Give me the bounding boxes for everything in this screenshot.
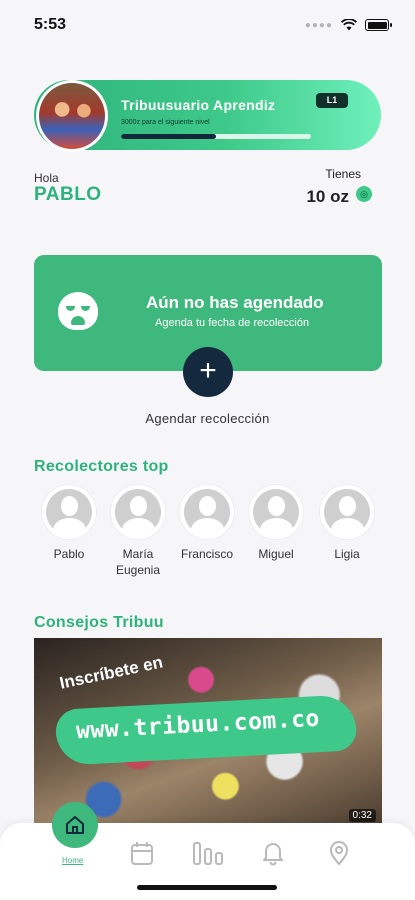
wifi-icon	[341, 19, 357, 31]
collector-item[interactable]: Ligia	[312, 484, 382, 562]
stats-icon[interactable]	[192, 840, 224, 866]
collector-name: Miguel	[258, 547, 294, 561]
status-time: 5:53	[34, 16, 67, 33]
collector-item[interactable]: Pablo	[34, 484, 104, 562]
location-icon[interactable]	[328, 840, 350, 866]
level-progress-bar	[121, 134, 311, 139]
calendar-icon[interactable]	[130, 840, 154, 866]
level-progress-fill	[121, 134, 216, 139]
level-badge: L1	[316, 93, 348, 108]
nav-home-label[interactable]: Home	[62, 856, 83, 865]
coin-icon: ◎	[356, 186, 372, 202]
user-placeholder-icon	[41, 484, 97, 540]
sad-face-icon	[58, 292, 98, 330]
collector-name: Francisco	[180, 547, 233, 561]
collector-item[interactable]: Miguel	[241, 484, 311, 562]
status-icons: ●●●●	[304, 19, 392, 31]
balance-label: Tienes	[325, 167, 361, 181]
plus-icon: +	[199, 354, 217, 387]
collector-name: Ligia	[334, 547, 360, 561]
level-progress-text: 3000z para el siguiente nivel	[121, 119, 210, 126]
collector-item[interactable]: Francisco	[172, 484, 242, 562]
tips-title: Consejos Tribuu	[34, 614, 164, 631]
add-schedule-button[interactable]: +	[183, 347, 233, 397]
avatar-photo	[39, 83, 105, 149]
add-schedule-label[interactable]: Agendar recolección	[0, 411, 415, 426]
home-icon	[66, 816, 84, 834]
collectors-title: Recolectores top	[34, 458, 169, 475]
user-placeholder-icon	[179, 484, 235, 540]
collectors-list: Pablo María Eugenia Francisco Miguel Lig…	[34, 484, 384, 584]
user-placeholder-icon	[248, 484, 304, 540]
schedule-subtitle: Agenda tu fecha de recolección	[155, 317, 310, 329]
user-name: PABLO	[34, 184, 102, 205]
signal-icon: ●●●●	[304, 19, 333, 31]
balance-value: 10 oz	[306, 187, 349, 206]
user-placeholder-icon	[319, 484, 375, 540]
user-placeholder-icon	[110, 484, 166, 540]
video-caption: Inscríbete en	[57, 652, 165, 693]
collector-item[interactable]: María Eugenia	[103, 484, 173, 578]
collector-name: Pablo	[53, 547, 85, 561]
video-duration: 0:32	[348, 809, 376, 822]
greeting-label: Hola	[34, 171, 59, 185]
schedule-title: Aún no has agendado	[146, 293, 324, 312]
bell-icon[interactable]	[261, 840, 285, 866]
status-bar: 5:53 ●●●●	[0, 0, 415, 50]
tips-video[interactable]: Inscríbete en www.tribuu.com.co 0:32	[34, 638, 382, 828]
avatar[interactable]	[36, 80, 108, 152]
collector-name: María Eugenia	[115, 547, 161, 577]
battery-icon	[365, 19, 392, 31]
level-title: Tribuusuario Aprendiz	[121, 97, 276, 113]
nav-home-button[interactable]	[52, 802, 98, 848]
home-indicator	[137, 885, 277, 890]
